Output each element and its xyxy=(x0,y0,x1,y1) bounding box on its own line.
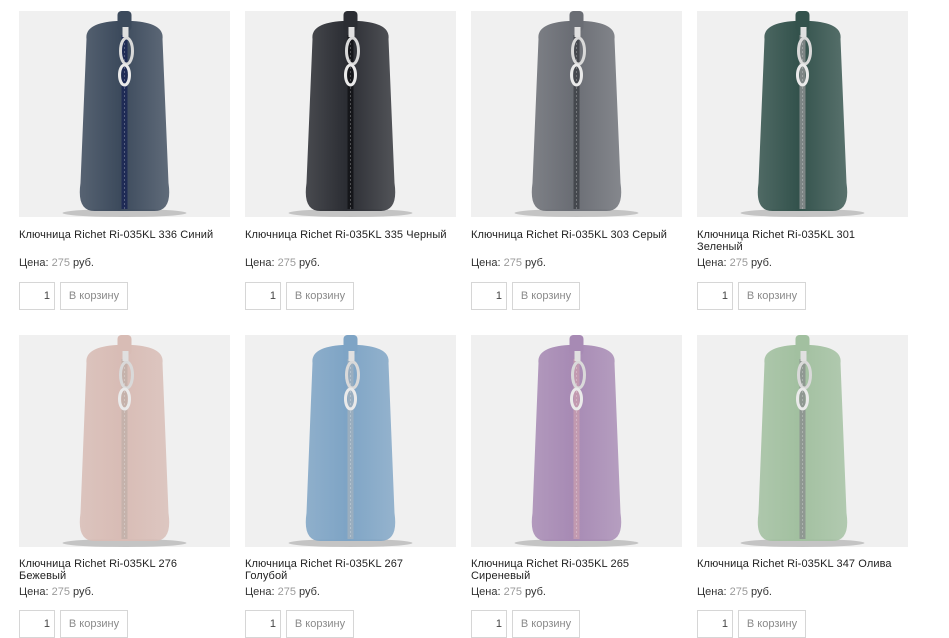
price-value: 275 xyxy=(503,257,522,269)
quantity-input[interactable] xyxy=(19,610,55,638)
product-price: Цена: 275 руб. xyxy=(471,585,546,599)
product-price: Цена: 275 руб. xyxy=(697,585,772,599)
add-to-cart-button[interactable]: В корзину xyxy=(60,282,128,310)
key-pouch-illustration xyxy=(514,335,639,547)
quantity-input[interactable] xyxy=(471,282,507,310)
price-currency: руб. xyxy=(525,257,546,269)
product-title[interactable]: Ключница Richet Ri-035KL 301 Зеленый xyxy=(697,229,867,253)
key-pouch-illustration xyxy=(288,335,413,547)
price-label: Цена: xyxy=(471,257,501,269)
price-currency: руб. xyxy=(73,586,94,598)
key-pouch-illustration xyxy=(62,335,187,547)
price-currency: руб. xyxy=(751,586,772,598)
price-label: Цена: xyxy=(245,586,275,598)
product-title[interactable]: Ключница Richet Ri-035KL 303 Серый xyxy=(471,229,693,241)
product-price: Цена: 275 руб. xyxy=(245,585,320,599)
price-label: Цена: xyxy=(471,586,501,598)
product-image[interactable] xyxy=(471,335,682,547)
price-value: 275 xyxy=(729,586,748,598)
quantity-input[interactable] xyxy=(471,610,507,638)
add-to-cart-button[interactable]: В корзину xyxy=(512,610,580,638)
price-currency: руб. xyxy=(299,586,320,598)
add-to-cart-button[interactable]: В корзину xyxy=(738,282,806,310)
product-image[interactable] xyxy=(19,335,230,547)
add-to-cart-button[interactable]: В корзину xyxy=(512,282,580,310)
price-currency: руб. xyxy=(525,586,546,598)
product-title[interactable]: Ключница Richet Ri-035KL 347 Олива xyxy=(697,558,919,570)
price-value: 275 xyxy=(51,586,70,598)
price-value: 275 xyxy=(51,257,70,269)
product-price: Цена: 275 руб. xyxy=(697,256,772,270)
product-title[interactable]: Ключница Richet Ri-035KL 267 Голубой xyxy=(245,558,420,582)
key-pouch-illustration xyxy=(740,335,865,547)
key-pouch-illustration xyxy=(62,11,187,217)
price-currency: руб. xyxy=(299,257,320,269)
price-label: Цена: xyxy=(697,257,727,269)
product-image[interactable] xyxy=(245,335,456,547)
product-title[interactable]: Ключница Richet Ri-035KL 276 Бежевый xyxy=(19,558,194,582)
price-currency: руб. xyxy=(73,257,94,269)
key-pouch-illustration xyxy=(740,11,865,217)
product-image[interactable] xyxy=(697,335,908,547)
product-image[interactable] xyxy=(471,11,682,217)
quantity-input[interactable] xyxy=(245,282,281,310)
price-label: Цена: xyxy=(245,257,275,269)
add-to-cart-button[interactable]: В корзину xyxy=(60,610,128,638)
product-image[interactable] xyxy=(245,11,456,217)
product-price: Цена: 275 руб. xyxy=(19,585,94,599)
product-title[interactable]: Ключница Richet Ri-035KL 336 Синий xyxy=(19,229,241,241)
quantity-input[interactable] xyxy=(245,610,281,638)
price-value: 275 xyxy=(503,586,522,598)
quantity-input[interactable] xyxy=(697,282,733,310)
add-to-cart-button[interactable]: В корзину xyxy=(286,282,354,310)
product-price: Цена: 275 руб. xyxy=(471,256,546,270)
key-pouch-illustration xyxy=(288,11,413,217)
product-price: Цена: 275 руб. xyxy=(19,256,94,270)
product-image[interactable] xyxy=(19,11,230,217)
price-currency: руб. xyxy=(751,257,772,269)
product-title[interactable]: Ключница Richet Ri-035KL 265 Сиреневый xyxy=(471,558,646,582)
key-pouch-illustration xyxy=(514,11,639,217)
quantity-input[interactable] xyxy=(19,282,55,310)
add-to-cart-button[interactable]: В корзину xyxy=(738,610,806,638)
product-grid: Ключница Richet Ri-035KL 336 Синий Цена:… xyxy=(0,0,949,638)
price-value: 275 xyxy=(277,257,296,269)
product-image[interactable] xyxy=(697,11,908,217)
price-label: Цена: xyxy=(697,586,727,598)
price-value: 275 xyxy=(729,257,748,269)
product-price: Цена: 275 руб. xyxy=(245,256,320,270)
price-value: 275 xyxy=(277,586,296,598)
price-label: Цена: xyxy=(19,257,49,269)
add-to-cart-button[interactable]: В корзину xyxy=(286,610,354,638)
product-title[interactable]: Ключница Richet Ri-035KL 335 Черный xyxy=(245,229,467,241)
quantity-input[interactable] xyxy=(697,610,733,638)
price-label: Цена: xyxy=(19,586,49,598)
